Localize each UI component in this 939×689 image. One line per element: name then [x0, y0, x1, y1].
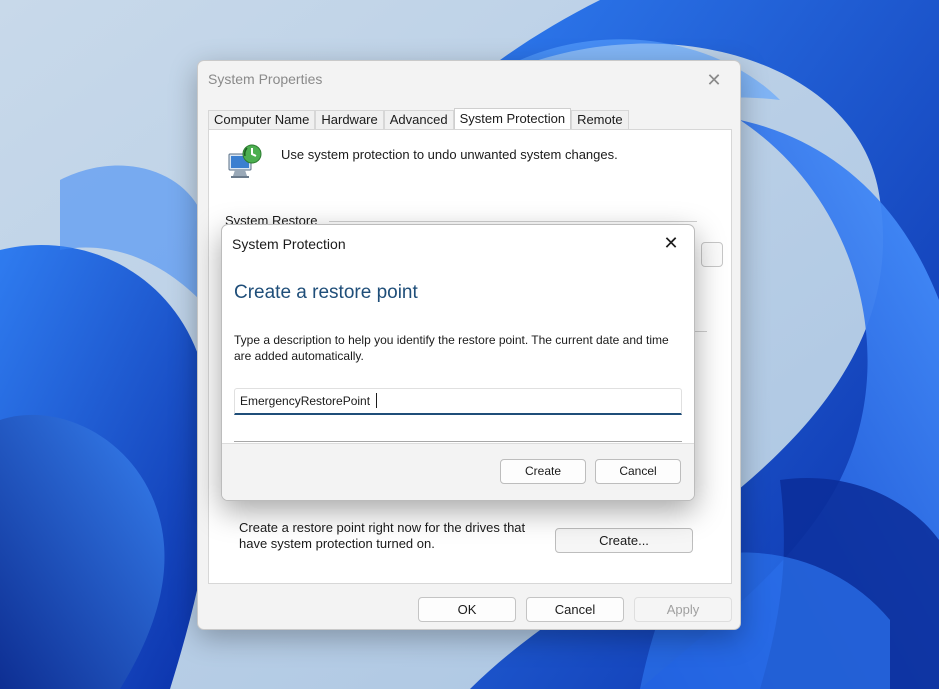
tab-strip: Computer Name Hardware Advanced System P… — [208, 108, 629, 130]
create-description: Create a restore point right now for the… — [239, 520, 526, 551]
ok-button[interactable]: OK — [418, 597, 516, 622]
cancel-button[interactable]: Cancel — [526, 597, 624, 622]
dialog-heading: Create a restore point — [234, 282, 418, 303]
apply-button[interactable]: Apply — [634, 597, 732, 622]
tab-advanced[interactable]: Advanced — [383, 110, 454, 130]
window-title: System Properties — [208, 71, 323, 87]
text-caret — [376, 393, 377, 408]
system-protection-icon — [228, 144, 262, 178]
tab-remote[interactable]: Remote — [571, 110, 629, 130]
dialog-title: System Protection — [232, 236, 346, 252]
tab-hardware[interactable]: Hardware — [315, 110, 384, 130]
create-restore-point-button[interactable]: Create... — [555, 528, 693, 553]
intro-text: Use system protection to undo unwanted s… — [281, 147, 618, 162]
dialog-description: Type a description to help you identify … — [234, 333, 669, 363]
dialog-separator — [234, 441, 682, 442]
close-icon[interactable]: ✕ — [696, 65, 732, 95]
dialog-create-button[interactable]: Create — [500, 459, 586, 484]
dialog-cancel-button[interactable]: Cancel — [595, 459, 681, 484]
close-icon[interactable]: ✕ — [654, 229, 688, 257]
restore-point-description-input[interactable] — [234, 388, 682, 415]
create-restore-point-dialog: System Protection ✕ Create a restore poi… — [221, 224, 695, 501]
tab-computer-name[interactable]: Computer Name — [208, 110, 316, 130]
group-divider — [329, 221, 697, 222]
tab-system-protection[interactable]: System Protection — [453, 108, 572, 130]
system-restore-button[interactable] — [701, 242, 723, 267]
